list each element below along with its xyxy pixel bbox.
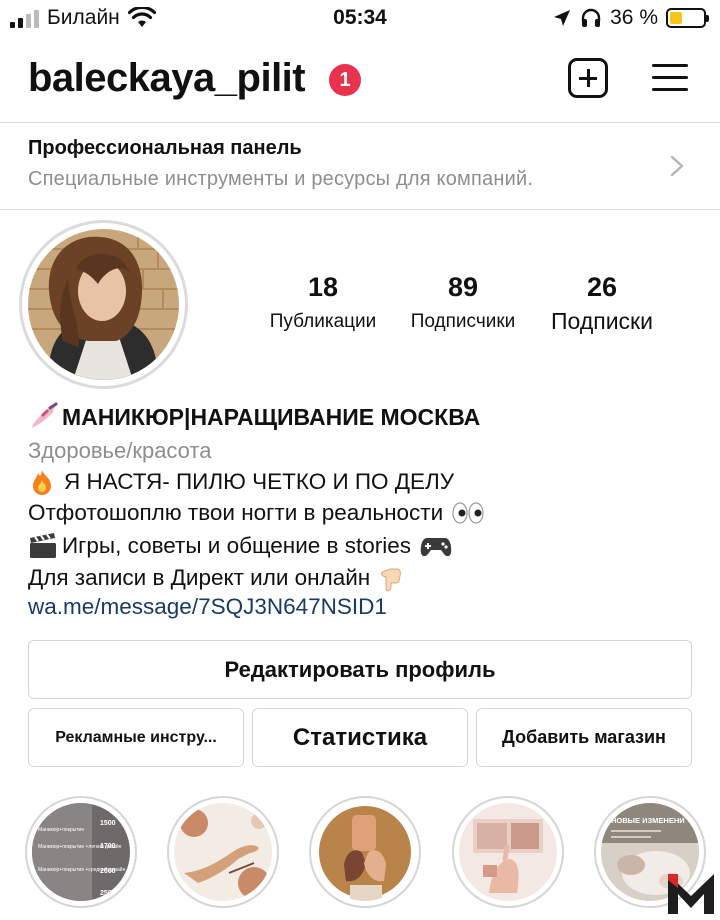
highlight-nails[interactable] <box>452 796 564 908</box>
nails-photo-thumbnail <box>459 803 557 901</box>
status-bar: Билайн 05:34 36 % <box>0 0 720 38</box>
price-list-thumbnail: Маникюр+покрытие 1500 Маникюр+покрытие +… <box>32 803 130 901</box>
ad-tools-button[interactable]: Рекламные инстру... <box>28 708 244 767</box>
bio-category: Здоровье/красота <box>28 438 212 463</box>
edit-profile-button[interactable]: Редактировать профиль <box>28 640 692 699</box>
watermark-logo <box>668 874 714 914</box>
bio-link[interactable]: wa.me/message/7SQJ3N647NSID1 <box>28 594 387 620</box>
plus-square-icon[interactable] <box>568 58 608 98</box>
price-value-2: 1700 <box>100 843 116 850</box>
game-controller-icon <box>420 538 452 557</box>
highlight-hand[interactable] <box>167 796 279 908</box>
bio-name-text: МАНИКЮР|НАРАЩИВАНИЕ МОСКВА <box>62 403 481 430</box>
bio-name: МАНИКЮР|НАРАЩИВАНИЕ МОСКВА <box>28 402 480 432</box>
pro-panel-subtitle: Специальные инструменты и ресурсы для ко… <box>28 168 534 190</box>
highlight-prices[interactable]: Маникюр+покрытие 1500 Маникюр+покрытие +… <box>25 796 137 908</box>
price-value-1: 1500 <box>100 820 116 827</box>
clapper-board-icon <box>30 533 56 558</box>
price-value-4: 2500 <box>100 890 116 897</box>
eyes-icon <box>452 502 484 524</box>
pro-panel-title: Профессиональная панель <box>28 137 302 159</box>
highlight-hands[interactable] <box>309 796 421 908</box>
bio-line-3: Игры, советы и общение в stories <box>28 532 453 560</box>
following-count[interactable]: 26 Подписки <box>536 272 668 335</box>
bio-line-4: Для записи в Директ или онлайн <box>28 563 404 593</box>
menu-icon[interactable] <box>652 62 690 94</box>
add-shop-button[interactable]: Добавить магазин <box>476 708 692 767</box>
professional-dashboard[interactable]: Профессиональная панель Специальные инст… <box>0 122 720 210</box>
battery-percent: 36 % <box>610 6 658 29</box>
posts-count[interactable]: 18 Публикации <box>258 272 388 333</box>
bio-line-2: Отфотошоплю твои ногти в реальности <box>28 500 485 526</box>
price-item-1: Маникюр+покрытие <box>38 827 84 833</box>
chevron-right-icon <box>670 155 684 177</box>
location-arrow-icon <box>554 10 571 26</box>
pointing-down-icon <box>381 568 402 592</box>
header-actions <box>0 50 720 112</box>
avatar[interactable] <box>28 229 179 380</box>
bio-line-1: Я НАСТЯ- ПИЛЮ ЧЕТКО И ПО ДЕЛУ <box>28 468 454 496</box>
headphones-icon <box>581 8 601 27</box>
price-value-3: 2000 <box>100 868 116 875</box>
battery-icon <box>666 8 709 28</box>
followers-count[interactable]: 89 Подписчики <box>398 272 528 333</box>
statistics-button[interactable]: Статистика <box>252 708 468 767</box>
news-title: НОВЫЕ ИЗМЕНЕНИ <box>611 816 685 825</box>
hand-illustration-thumbnail <box>174 803 272 901</box>
fire-icon <box>33 470 51 495</box>
hands-illustration-thumbnail <box>316 803 414 901</box>
nail-polish-icon <box>32 402 58 428</box>
